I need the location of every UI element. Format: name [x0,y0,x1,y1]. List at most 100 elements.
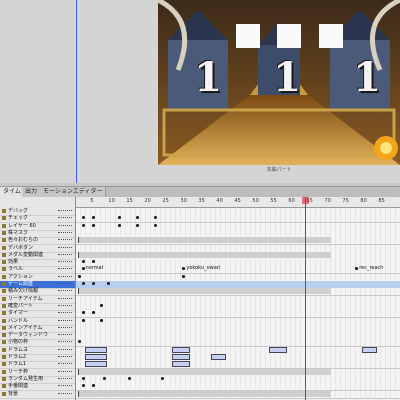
keyframe-dot[interactable] [81,318,85,322]
keyframe-dot[interactable] [81,267,85,271]
layer-row[interactable]: 背景 [0,391,75,399]
keyframe-dot[interactable] [99,303,103,307]
keyframe-dot[interactable] [182,267,186,271]
layer-visibility-toggles[interactable] [58,348,72,353]
layer-name: 株マスク [8,229,29,236]
playhead[interactable] [304,197,306,400]
keyframe-dot[interactable] [81,311,85,315]
keyframe-dot[interactable] [78,274,81,278]
tween-span[interactable] [171,346,190,353]
layer-name: 確変パート [8,302,34,309]
keyframe-dot[interactable] [81,216,85,220]
keyframe-dot[interactable] [92,260,96,264]
stage-scene[interactable]: 1 1 1 [158,0,400,165]
layer-visibility-toggles[interactable] [58,370,72,375]
keyframe-dot[interactable] [355,267,359,271]
layer-visibility-toggles[interactable] [58,246,72,251]
layer-visibility-toggles[interactable] [58,253,72,258]
stage-label: 本編パート [266,167,292,173]
keyframe-dot[interactable] [182,274,186,278]
layer-visibility-toggles[interactable] [58,290,72,294]
layer-name: 効果 [8,259,19,266]
keyframe-dot[interactable] [128,376,132,380]
layer-folder-icon [2,230,6,235]
frame-span[interactable] [78,390,331,397]
keyframe-dot[interactable] [92,223,96,227]
layer-visibility-toggles[interactable] [58,217,72,221]
reel-slot-2 [277,24,301,48]
frame-grid[interactable]: 5 10 15 20 25 30 35 40 45 50 55 60 65 70 75 80 85 normal… [76,197,400,400]
layer-visibility-toggles[interactable] [58,341,72,345]
layer-name: ドラムヨ [8,346,28,353]
keyframe-dot[interactable] [99,318,103,322]
tween-span[interactable] [85,354,107,360]
keyframe-dot[interactable] [153,216,157,220]
keyframe-dot[interactable] [160,376,164,380]
layer-visibility-toggles[interactable] [58,224,72,229]
layer-visibility-toggles[interactable] [58,275,72,280]
tween-span[interactable] [171,354,190,360]
layer-visibility-toggles[interactable] [58,392,72,397]
layer-visibility-toggles[interactable] [58,297,72,302]
layer-name: リーチ枠 [8,368,29,375]
keyframe-dot[interactable] [81,384,85,388]
layer-visibility-toggles[interactable] [58,363,72,367]
layer-folder-icon [2,362,6,367]
tab-output[interactable]: 出力 [22,187,42,197]
layer-visibility-toggles[interactable] [58,319,72,324]
tween-span[interactable] [362,346,377,353]
tween-span[interactable] [268,346,287,353]
layer-visibility-toggles[interactable] [58,261,72,265]
layer-visibility-toggles[interactable] [58,377,72,382]
keyframe-dot[interactable] [103,376,107,380]
ruler-tick: 15 [126,198,133,204]
layer-folder-icon [2,333,6,338]
tab-motion-editor[interactable]: モーションエディター [40,187,107,197]
layer-folder-icon [2,245,6,250]
layer-visibility-toggles[interactable] [58,334,72,338]
layer-visibility-toggles[interactable] [58,385,72,389]
keyframe-dot[interactable] [106,282,110,285]
frame-span[interactable] [78,237,331,244]
keyframe-dot[interactable] [135,223,139,227]
layer-folder-icon [2,318,6,323]
layer-visibility-toggles[interactable] [58,283,72,287]
layer-visibility-toggles[interactable] [58,312,72,316]
tween-span[interactable] [85,346,107,353]
tween-span[interactable] [211,354,226,360]
frame-span[interactable] [78,368,331,375]
layer-visibility-toggles[interactable] [58,210,72,214]
ruler-tick: 35 [198,198,205,204]
layer-visibility-toggles[interactable] [58,231,72,236]
tween-span[interactable] [171,361,190,368]
layer-folder-icon [2,376,6,381]
layer-folder-icon [2,289,6,294]
tween-span[interactable] [85,361,107,368]
keyframe-dot[interactable] [92,282,96,285]
frame-span[interactable] [78,251,331,258]
layer-visibility-toggles[interactable] [58,304,72,309]
layer-visibility-toggles[interactable] [58,356,72,360]
keyframe-dot[interactable] [78,340,81,344]
layer-folder-icon [2,209,6,213]
keyframe-dot[interactable] [92,216,96,220]
layer-folder-icon [2,340,6,345]
keyframe-dot[interactable] [92,384,96,388]
keyframe-dot[interactable] [117,223,121,227]
frame-span[interactable] [78,288,331,295]
keyframe-dot[interactable] [81,282,85,285]
keyframe-dot[interactable] [135,216,139,220]
layer-folder-icon [2,274,6,279]
keyframe-dot[interactable] [81,260,85,264]
keyframe-dot[interactable] [92,311,96,315]
layer-folder-icon [2,282,6,286]
frame-ruler[interactable]: 5 10 15 20 25 30 35 40 45 50 55 60 65 70 75 80 85 [76,197,400,208]
layer-visibility-toggles[interactable] [58,239,72,243]
layer-visibility-toggles[interactable] [58,268,72,272]
keyframe-dot[interactable] [153,223,157,227]
keyframe-dot[interactable] [117,216,121,220]
frame-row[interactable] [76,390,400,399]
keyframe-dot[interactable] [81,376,85,380]
keyframe-dot[interactable] [81,223,85,227]
layer-visibility-toggles[interactable] [58,326,72,331]
